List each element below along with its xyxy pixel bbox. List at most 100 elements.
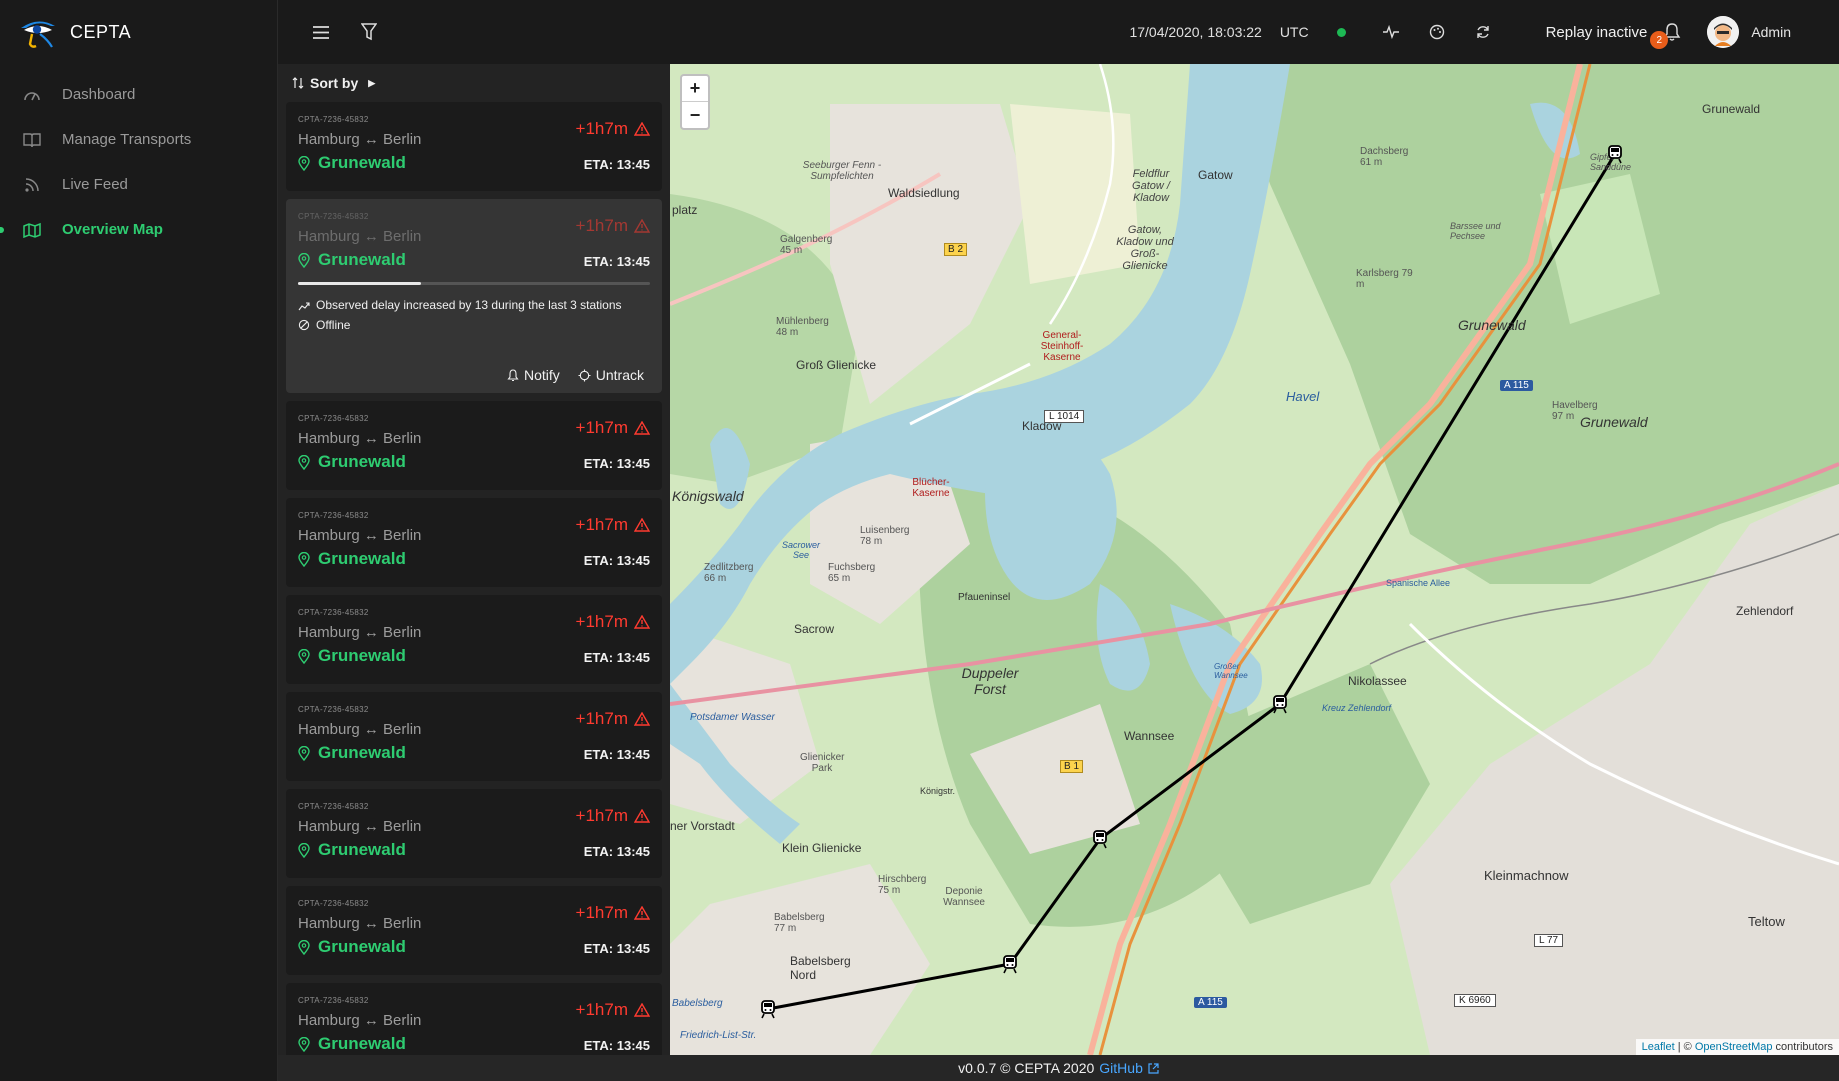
current-stop-label: Grunewald (318, 250, 406, 269)
untrack-button[interactable]: Untrack (578, 367, 644, 383)
overview-map[interactable]: Gatow Waldsiedlung Seeburger Fenn - Sump… (670, 64, 1839, 1055)
location-pin-icon (298, 648, 310, 664)
map-label: Königswald (672, 488, 744, 504)
map-label: Dachsberg 61 m (1360, 146, 1409, 168)
delay-indicator: +1h7m (576, 806, 650, 826)
transport-card[interactable]: CPTA-7236-45832 Hamburg ↔ Berlin Grunewa… (286, 401, 662, 490)
current-stop-label: Grunewald (318, 153, 406, 172)
version-text: v0.0.7 © CEPTA 2020 (958, 1060, 1095, 1076)
train-marker-icon[interactable] (1001, 954, 1019, 974)
map-label: Pfaueninsel (958, 592, 1011, 603)
map-label: Havel (1286, 389, 1320, 404)
zoom-in-button[interactable]: + (682, 76, 708, 102)
train-marker-icon[interactable] (1606, 144, 1624, 164)
zoom-control: + − (680, 74, 710, 130)
sidebar-item-label: Overview Map (62, 221, 163, 238)
delay-value: +1h7m (575, 515, 628, 534)
route-progress-bar (298, 282, 650, 285)
replay-status[interactable]: Replay inactive (1546, 24, 1648, 41)
map-tiles[interactable] (670, 64, 1839, 1055)
transport-card[interactable]: CPTA-7236-45832 Hamburg ↔ Berlin Grunewa… (286, 102, 662, 191)
trend-up-icon (298, 302, 310, 311)
transport-card-list: CPTA-7236-45832 Hamburg ↔ Berlin Grunewa… (278, 102, 670, 1055)
map-label: Gatow (1198, 168, 1233, 182)
train-marker-icon[interactable] (1091, 829, 1109, 849)
route-progress-fill (298, 282, 422, 285)
transport-card[interactable]: CPTA-7236-45832 Hamburg ↔ Berlin Grunewa… (286, 983, 662, 1055)
delay-indicator: +1h7m (576, 709, 650, 729)
map-label: Zehlendorf (1736, 604, 1794, 618)
map-label: Duppeler Forst (961, 665, 1019, 697)
warning-icon (634, 122, 650, 136)
map-label: Luisenberg 78 m (860, 525, 910, 547)
notifications-bell-icon[interactable]: 2 (1650, 21, 1683, 49)
map-label: Spanische Allee (1386, 578, 1451, 588)
transport-card[interactable]: CPTA-7236-45832 Hamburg ↔ Berlin Grunewa… (286, 595, 662, 684)
transport-card[interactable]: CPTA-7236-45832 Hamburg ↔ Berlin Grunewa… (286, 692, 662, 781)
warning-icon (634, 712, 650, 726)
eta-label: ETA: 13:45 (583, 747, 650, 762)
map-label: Königstr. (920, 786, 956, 796)
github-link[interactable]: GitHub (1099, 1060, 1143, 1076)
caret-right-icon: ▶ (368, 77, 376, 88)
current-stop-label: Grunewald (318, 937, 406, 956)
map-label: Klein Glienicke (782, 841, 862, 855)
transport-card[interactable]: CPTA-7236-45832 Hamburg ↔ Berlin Grunewa… (286, 886, 662, 975)
transport-card[interactable]: CPTA-7236-45832 Hamburg ↔ Berlin Grunewa… (286, 789, 662, 878)
warning-icon (634, 809, 650, 823)
menu-icon[interactable] (308, 19, 334, 45)
eta-label: ETA: 13:45 (583, 553, 650, 568)
map-icon (22, 220, 42, 240)
crosshair-icon (578, 369, 591, 381)
current-stop-label: Grunewald (318, 1034, 406, 1053)
topbar: 17/04/2020, 18:03:22 UTC Replay inactive… (278, 0, 1839, 64)
delay-indicator: +1h7m (576, 1000, 650, 1020)
train-marker-icon[interactable] (1271, 694, 1289, 714)
warning-icon (634, 615, 650, 629)
refresh-icon[interactable] (1470, 19, 1496, 45)
map-label: Blücher-Kaserne (912, 477, 950, 499)
transport-card[interactable]: CPTA-7236-45832 Hamburg ↔ Berlin Grunewa… (286, 199, 662, 393)
card-actions: Notify Untrack (507, 367, 644, 383)
map-label: ner Vorstadt (670, 819, 735, 833)
filter-icon[interactable] (356, 19, 382, 45)
eta-label: ETA: 13:45 (583, 941, 650, 956)
app-root: CEPTA Dashboard Manage Transports Live F… (0, 0, 1839, 1081)
eta-label: ETA: 13:45 (583, 1038, 650, 1053)
sidebar-item-dashboard[interactable]: Dashboard (0, 72, 277, 117)
notify-button[interactable]: Notify (507, 367, 560, 383)
delay-value: +1h7m (575, 903, 628, 922)
zoom-out-button[interactable]: − (682, 102, 708, 128)
map-label: Grunewald (1702, 102, 1761, 116)
brand[interactable]: CEPTA (0, 0, 277, 64)
warning-icon (634, 518, 650, 532)
warning-icon (634, 1003, 650, 1017)
map-label: L 1014 (1044, 410, 1085, 423)
map-label: L 77 (1534, 934, 1564, 947)
user-name[interactable]: Admin (1751, 24, 1791, 40)
map-label: Potsdamer Wasser (690, 712, 775, 723)
leaflet-link[interactable]: Leaflet (1642, 1041, 1675, 1053)
map-label: General-Steinhoff-Kaserne (1040, 330, 1084, 363)
map-label: Fuchsberg 65 m (828, 562, 876, 584)
current-stop-label: Grunewald (318, 452, 406, 471)
sidebar-item-manage-transports[interactable]: Manage Transports (0, 117, 277, 162)
sidebar-item-label: Live Feed (62, 176, 128, 193)
palette-icon[interactable] (1424, 19, 1450, 45)
sort-by-button[interactable]: Sort by ▶ (278, 64, 670, 102)
activity-icon[interactable] (1378, 19, 1404, 45)
delay-value: +1h7m (575, 1000, 628, 1019)
sidebar-item-overview-map[interactable]: Overview Map (0, 207, 277, 252)
sidebar-item-live-feed[interactable]: Live Feed (0, 162, 277, 207)
map-label: Gatow, Kladow und Groß-Glienicke (1116, 224, 1174, 272)
location-pin-icon (298, 252, 310, 268)
map-label: Grunewald (1458, 317, 1526, 333)
openstreetmap-link[interactable]: OpenStreetMap (1695, 1041, 1773, 1053)
train-marker-icon[interactable] (759, 999, 777, 1019)
map-label: Zedlitzberg 66 m (704, 562, 754, 584)
timezone-label: UTC (1279, 24, 1309, 40)
avatar[interactable] (1707, 16, 1740, 48)
sidebar-nav: Dashboard Manage Transports Live Feed Ov… (0, 72, 277, 252)
transport-card[interactable]: CPTA-7236-45832 Hamburg ↔ Berlin Grunewa… (286, 498, 662, 587)
warning-icon (634, 906, 650, 920)
